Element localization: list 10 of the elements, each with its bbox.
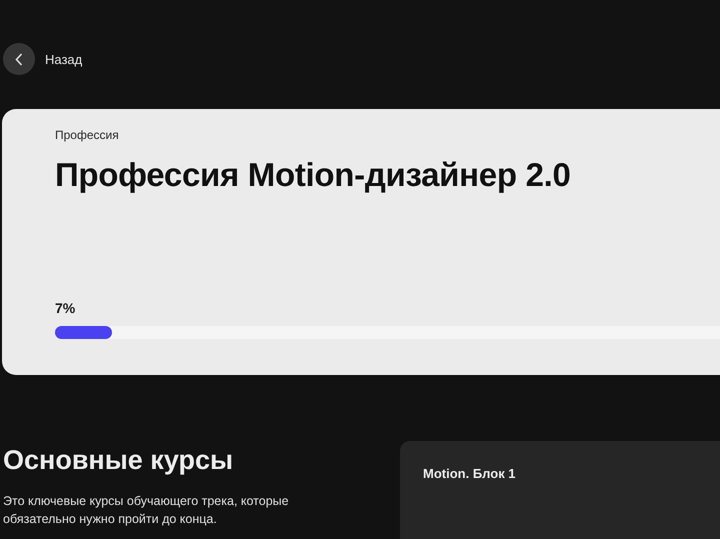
chevron-left-icon [15, 52, 23, 66]
back-button[interactable] [3, 43, 35, 75]
course-card[interactable]: Motion. Блок 1 [400, 441, 720, 539]
back-link[interactable]: Назад [45, 52, 82, 66]
section-description: Это ключевые курсы обучающего трека, которые обязательно нужно пройти до конца. [3, 493, 290, 528]
section-heading: Основные курсы [3, 445, 234, 476]
course-title: Motion. Блок 1 [423, 466, 516, 481]
profession-title: Профессия Motion-дизайнер 2.0 [55, 156, 572, 194]
progress-reading: 7% [55, 300, 76, 316]
card-eyebrow: Профессия [55, 128, 120, 142]
